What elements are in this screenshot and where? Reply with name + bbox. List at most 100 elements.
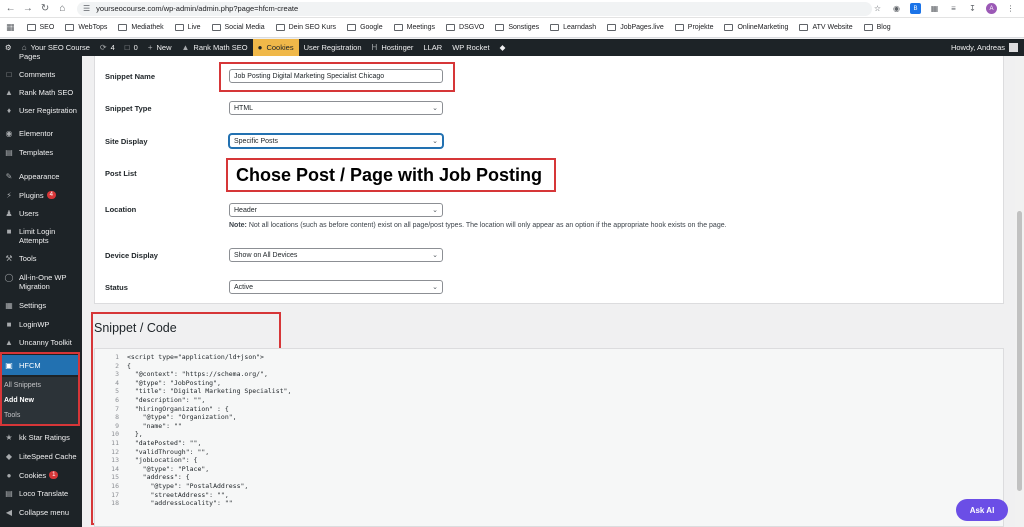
sidebar-item-pages[interactable]: Pages [0, 52, 82, 61]
submenu-all-snippets[interactable]: All Snippets [4, 382, 41, 389]
location-select[interactable]: Header ⌄ [229, 203, 443, 217]
bookmark-folder[interactable]: Live [174, 24, 201, 31]
code-editor[interactable]: 1 <script type="application/ld+json"> 2{3 … [94, 348, 1004, 527]
forward-icon[interactable]: → [21, 2, 34, 16]
bookmark-folder[interactable]: Meetings [393, 24, 435, 31]
line-number: 7 [115, 404, 119, 413]
bookmark-label: OnlineMarketing [737, 24, 789, 31]
admin-bar-new[interactable]: + New [143, 39, 177, 56]
sidebar-item-templates[interactable]: ▤ Templates [0, 148, 82, 157]
admin-bar-wp-rocket[interactable]: WP Rocket [447, 39, 494, 56]
bookmark-folder[interactable]: Learndash [550, 24, 596, 31]
sidebar-item-settings[interactable]: ▦ Settings [0, 301, 82, 310]
templates-icon: ▤ [5, 148, 13, 157]
sidebar-item-label: Collapse menu [19, 508, 70, 517]
admin-bar-updates[interactable]: ⟳ 4 [95, 39, 120, 56]
aio-line2: Migration [19, 282, 50, 291]
bookmark-folder[interactable]: Google [347, 24, 383, 31]
menu-kebab-icon[interactable]: ⋮ [1005, 3, 1016, 14]
sidebar-item-label: Appearance [19, 172, 60, 181]
migration-icon: ◯ [4, 273, 14, 282]
bookmark-folder[interactable]: DSGVO [446, 24, 484, 31]
litespeed-icon: ◆ [5, 452, 13, 461]
bookmark-star-icon[interactable]: ☆ [872, 3, 883, 14]
extension-badge-icon[interactable]: B [910, 3, 922, 14]
snippet-name-input[interactable]: Job Posting Digital Marketing Specialist… [229, 69, 443, 83]
sidebar-item-user-registration[interactable]: ♦ User Registration [0, 106, 82, 115]
bookmark-folder[interactable]: Sonstiges [495, 24, 539, 31]
sidebar-item-hfcm[interactable]: ▣ HFCM [2, 355, 78, 375]
status-select[interactable]: Active ⌄ [229, 280, 443, 294]
sidebar-item-users[interactable]: ♟ Users [0, 209, 82, 218]
comments-icon: □ [6, 70, 12, 79]
sidebar-item-loco[interactable]: ▤ Loco Translate [0, 489, 82, 498]
bookmark-folder[interactable]: Blog [863, 24, 891, 31]
media-list-icon[interactable]: ≡ [948, 3, 959, 14]
admin-bar-user-registration[interactable]: User Registration [299, 39, 367, 56]
profile-avatar[interactable]: A [986, 3, 998, 14]
device-display-select[interactable]: Show on All Devices ⌄ [229, 248, 443, 262]
apps-grid-icon[interactable]: ▦ [6, 22, 15, 33]
site-display-select[interactable]: Specific Posts ⌄ [229, 134, 443, 148]
sidebar-item-label: Users [19, 209, 39, 218]
admin-bar-llar[interactable]: LLAR [418, 39, 447, 56]
page-scrollbar[interactable] [1015, 56, 1024, 527]
bookmark-folder[interactable]: Mediathek [118, 24, 164, 31]
location-value: Header [234, 206, 257, 214]
sidebar-item-litespeed[interactable]: ◆ LiteSpeed Cache [0, 452, 82, 461]
sidebar-item-limit-login[interactable]: ■ Limit Login Attempts [0, 227, 82, 245]
line-number: 15 [111, 473, 119, 482]
diamond-icon[interactable]: ◆ [495, 39, 511, 56]
sidebar-item-aio-migration[interactable]: ◯ All-in-One WP Migration [0, 273, 82, 291]
admin-bar-cookies[interactable]: ● Cookies [252, 39, 299, 56]
snippet-type-select[interactable]: HTML ⌄ [229, 101, 443, 115]
sidebar-item-tools[interactable]: ⚒ Tools [0, 254, 82, 263]
extension-icon[interactable]: ◉ [891, 3, 902, 14]
sidebar-item-rank-math[interactable]: ▲ Rank Math SEO [0, 88, 82, 97]
bookmark-folder[interactable]: Social Media [211, 24, 265, 31]
bookmark-folder[interactable]: Dein SEO Kurs [275, 24, 336, 31]
bookmark-folder[interactable]: OnlineMarketing [724, 24, 788, 31]
sidebar-item-cookies[interactable]: ● Cookies 1 [0, 471, 82, 480]
bookmark-folder[interactable]: Projekte [674, 24, 713, 31]
sidebar-item-elementor[interactable]: ◉ Elementor [0, 129, 82, 138]
site-info-icon[interactable]: ☰ [83, 4, 90, 13]
snippet-code-heading: Snippet / Code [94, 321, 177, 335]
admin-bar-rank-math[interactable]: ▲ Rank Math SEO [177, 39, 253, 56]
reload-icon[interactable]: ↻ [39, 2, 52, 16]
bookmark-folder[interactable]: SEO [26, 24, 54, 31]
sidebar-item-kk-star[interactable]: ★ kk Star Ratings [0, 433, 82, 442]
bookmark-label: Mediathek [131, 24, 164, 31]
scroll-thumb[interactable] [1017, 211, 1022, 491]
puzzle-icon[interactable]: ▦ [929, 3, 940, 14]
bookmark-folder[interactable]: JobPages.live [607, 24, 664, 31]
sidebar-item-plugins[interactable]: ⚡ Plugins 4 [0, 191, 82, 200]
address-bar[interactable]: ☰ yourseocourse.com/wp-admin/admin.php?p… [77, 1, 873, 16]
submenu-tools[interactable]: Tools [4, 412, 20, 419]
sidebar-item-comments[interactable]: □ Comments [0, 70, 82, 79]
bookmark-folder[interactable]: WebTops [65, 24, 107, 31]
hostinger-label: Hostinger [381, 43, 414, 52]
admin-bar-account[interactable]: Howdy, Andreas [951, 43, 1024, 52]
collapse-menu-button[interactable]: ◀ Collapse menu [0, 508, 82, 517]
download-icon[interactable]: ↧ [967, 3, 978, 14]
admin-bar-hostinger[interactable]: H Hostinger [367, 39, 419, 56]
bookmark-folder[interactable]: ATV Website [799, 24, 853, 31]
callout-text: Chose Post / Page with Job Posting [236, 164, 543, 185]
back-icon[interactable]: ← [4, 2, 17, 16]
home-icon[interactable]: ⌂ [56, 2, 69, 16]
snippet-settings-panel: Snippet Name Job Posting Digital Marketi… [94, 56, 1004, 304]
updates-count: 4 [110, 43, 115, 52]
sidebar-item-appearance[interactable]: ✎ Appearance [0, 172, 82, 181]
sidebar-item-loginwp[interactable]: ■ LoginWP [0, 320, 82, 329]
sidebar-item-uncanny[interactable]: ▲ Uncanny Toolkit [0, 338, 82, 347]
line-number: 2 [115, 361, 119, 370]
ask-ai-button[interactable]: Ask AI [956, 499, 1008, 521]
admin-bar-comments[interactable]: □ 0 [120, 39, 143, 56]
sidebar-item-label: Loco Translate [19, 489, 69, 498]
code-line: 16 "@type": "PostalAddress", [109, 482, 291, 491]
folder-icon [674, 24, 684, 31]
chevron-down-icon: ⌄ [432, 284, 438, 291]
submenu-add-new[interactable]: Add New [4, 397, 34, 404]
sidebar-item-label: Limit Login Attempts [19, 227, 55, 245]
